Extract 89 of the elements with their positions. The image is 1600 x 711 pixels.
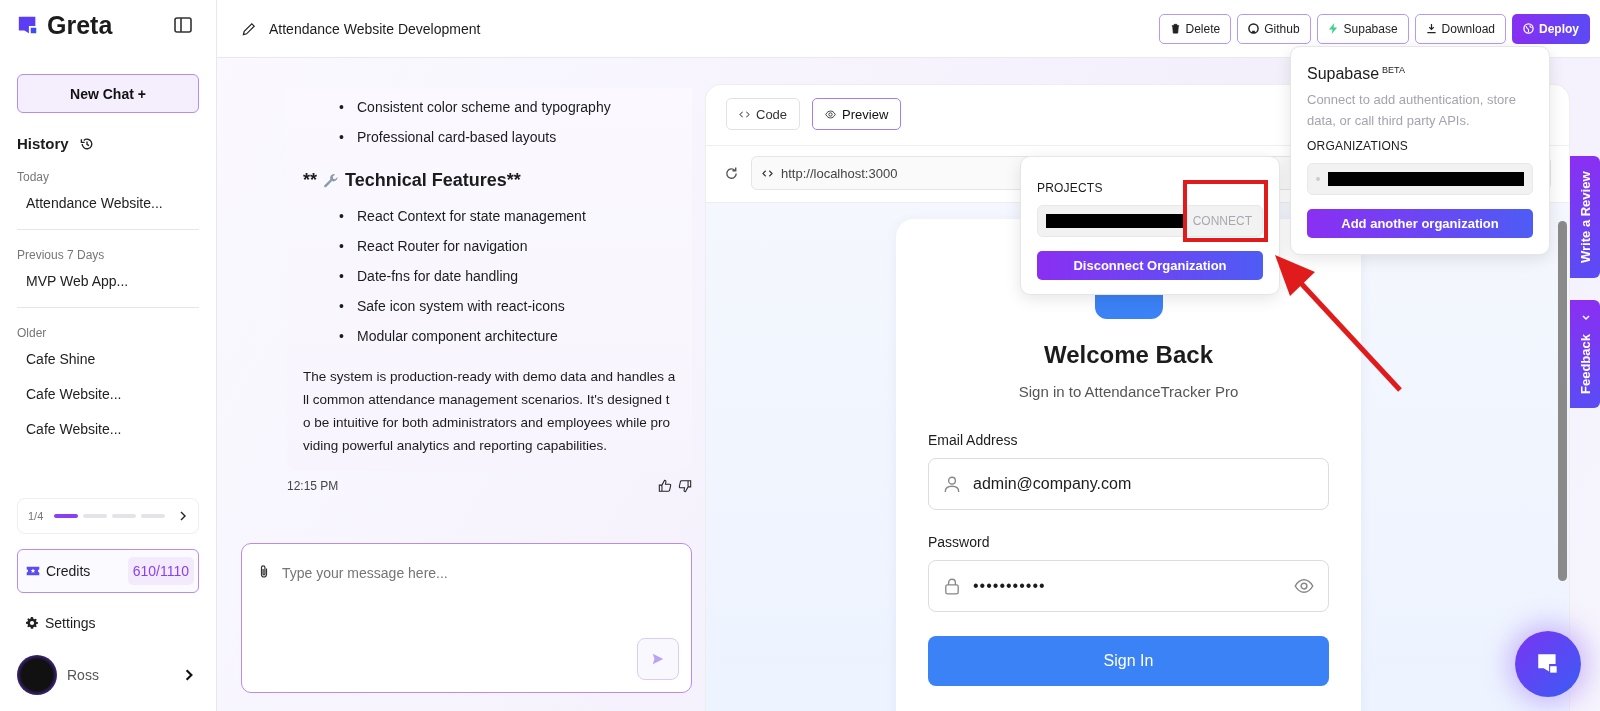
settings-link[interactable]: Settings: [45, 615, 96, 631]
history-item[interactable]: Cafe Shine: [17, 340, 199, 375]
eye-icon[interactable]: [1294, 576, 1314, 596]
thumbs-up-icon[interactable]: [658, 479, 672, 493]
settings-icon[interactable]: [25, 616, 39, 630]
bullet-marker: •: [339, 267, 345, 286]
brand-name: Greta: [47, 10, 113, 40]
download-icon: [1425, 23, 1437, 34]
heading-prefix: **: [303, 170, 317, 191]
login-title: Welcome Back: [1043, 341, 1214, 369]
credits-card[interactable]: Credits 610/1110: [17, 549, 199, 593]
bullet-item: Date-fns for date handling: [357, 267, 519, 286]
review-tab[interactable]: Write a Review: [1570, 156, 1600, 278]
bullet-marker: •: [339, 327, 345, 346]
globe-icon: [1523, 23, 1534, 34]
project-title: Attendance Website Development: [269, 20, 481, 37]
add-organization-button[interactable]: Add another organization: [1307, 209, 1533, 239]
organization-field[interactable]: [1307, 163, 1533, 196]
bullet-item: React Context for state management: [357, 207, 586, 226]
history-group-label: Today: [17, 170, 51, 184]
user-icon: [943, 475, 961, 493]
sidebar-toggle-icon[interactable]: [173, 15, 193, 35]
history-item[interactable]: Cafe Website...: [17, 410, 199, 445]
ticket-icon: [26, 565, 40, 577]
send-icon: [651, 652, 665, 666]
view-tab[interactable]: Preview: [812, 98, 902, 130]
history-item[interactable]: Cafe Website...: [17, 375, 199, 410]
field-label: Password: [928, 534, 991, 550]
feedback-label: Feedback: [1577, 334, 1593, 394]
popover-description: Connect to add authentication, store data, or call third party APIs.: [1307, 91, 1517, 131]
login-subtitle: Sign in to AttendanceTracker Pro: [1017, 383, 1240, 400]
history-group-label: Older: [17, 326, 48, 340]
bullet-item: Consistent color scheme and typography: [357, 98, 611, 117]
sign-in-button[interactable]: Sign In: [928, 636, 1329, 686]
trash-icon: [1169, 23, 1181, 34]
email-field[interactable]: admin@company.com: [928, 458, 1329, 510]
page-indicator[interactable]: [54, 514, 79, 518]
section-label: PROJECTS: [1037, 181, 1103, 195]
status-dot-icon: [1316, 177, 1320, 182]
bullet-marker: •: [339, 297, 345, 316]
bullet-marker: •: [339, 207, 345, 226]
bullet-item: Safe icon system with react-icons: [357, 297, 565, 316]
field-label: Email Address: [928, 432, 1019, 448]
message-paragraph: The system is production-ready with demo data and handles all common attendance management scenarios. It's designed to be intuitive for both administrators and employees while providing powerful analytics and reporting capabilities.: [303, 368, 676, 455]
header-button[interactable]: Github: [1237, 13, 1311, 44]
thumbs-down-icon[interactable]: [678, 479, 692, 493]
section-label: ORGANIZATIONS: [1307, 139, 1409, 154]
scrollbar[interactable]: [1558, 221, 1567, 581]
pager-label: 1/4: [28, 510, 44, 522]
password-field[interactable]: •••••••••••: [928, 560, 1329, 612]
credits-count: 610/1110: [127, 557, 194, 585]
header-button[interactable]: Deploy: [1512, 13, 1590, 44]
user-name[interactable]: Ross: [67, 667, 99, 683]
disconnect-organization-button[interactable]: Disconnect Organization: [1037, 251, 1263, 280]
github-icon: [1248, 23, 1260, 34]
header-button[interactable]: Supabase: [1316, 13, 1409, 44]
user-avatar: [17, 655, 57, 695]
reload-icon[interactable]: [724, 165, 739, 181]
header-button[interactable]: Download: [1414, 13, 1506, 44]
beta-label: BETA: [1382, 65, 1405, 75]
message-time: 12:15 PM: [287, 479, 339, 493]
url-text: http://localhost:3000: [781, 165, 898, 181]
password-value: •••••••••••: [973, 577, 1046, 595]
bullet-item: Professional card-based layouts: [357, 128, 557, 147]
eye-icon: [825, 108, 837, 120]
bullet-item: Modular component architecture: [357, 327, 558, 346]
history-item[interactable]: MVP Web App...: [17, 262, 199, 297]
wrench-icon: [323, 172, 339, 189]
chevron-right-icon[interactable]: [183, 669, 195, 681]
credits-label: Credits: [46, 563, 91, 579]
section-heading: Technical Features**: [345, 170, 521, 191]
history-item[interactable]: Attendance Website...: [17, 184, 199, 219]
pencil-icon[interactable]: [241, 20, 257, 37]
popover-title: Supabase: [1307, 65, 1380, 83]
history-group-label: Previous 7 Days: [17, 248, 106, 262]
bolt-icon: [1327, 23, 1339, 34]
lock-icon: [943, 577, 961, 595]
logo-icon: [17, 14, 39, 36]
header-button[interactable]: Delete: [1158, 13, 1232, 44]
history-title: History: [17, 135, 69, 152]
bullet-marker: •: [339, 128, 345, 147]
bullet-marker: •: [339, 98, 345, 117]
new-chat-button[interactable]: New Chat +: [17, 74, 199, 113]
bullet-marker: •: [339, 237, 345, 256]
message-input[interactable]: Type your message here...: [280, 564, 677, 582]
bullet-item: React Router for navigation: [357, 237, 528, 256]
email-value: admin@company.com: [973, 475, 1132, 493]
view-tab[interactable]: Code: [726, 98, 801, 130]
chevron-right-icon[interactable]: [178, 511, 188, 521]
